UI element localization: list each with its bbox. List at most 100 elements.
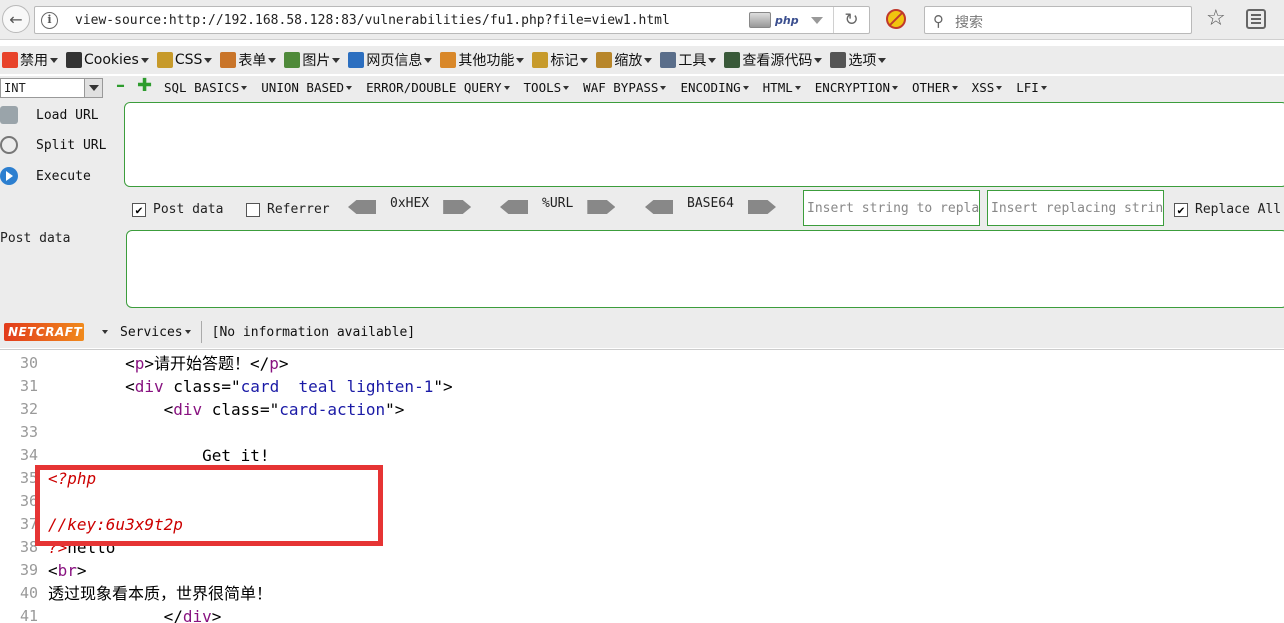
bookmark-star-icon[interactable]: ☆ xyxy=(1206,6,1226,31)
line-number: 35 xyxy=(19,469,38,487)
hackbar-menu-html[interactable]: HTML xyxy=(763,80,801,95)
load-url-button[interactable]: Load URL xyxy=(0,106,99,124)
menu-label: 网页信息 xyxy=(366,53,423,69)
caret-down-icon xyxy=(660,85,667,90)
search-icon: ⚲ xyxy=(933,12,944,30)
play-icon xyxy=(0,167,18,185)
menu-marker[interactable]: 标记 xyxy=(532,50,592,70)
code-token: >请开始答题！</ xyxy=(144,354,270,373)
reading-list-icon[interactable] xyxy=(1246,9,1266,29)
insert-replacing-input[interactable]: Insert replacing strin xyxy=(987,190,1164,226)
base64-label: BASE64 xyxy=(687,195,734,211)
menu-label: 缩放 xyxy=(614,53,643,69)
menu-tools[interactable]: 工具 xyxy=(660,50,720,70)
base64-decode-arrow-icon[interactable] xyxy=(645,200,673,214)
code-token: </ xyxy=(48,607,183,623)
search-box[interactable]: ⚲ 搜索 xyxy=(924,6,1192,34)
menu-label: 其他功能 xyxy=(458,53,515,69)
caret-down-icon xyxy=(644,57,653,63)
line-code: <p>请开始答题！</p> xyxy=(48,352,288,375)
menu-pencil[interactable]: CSS xyxy=(156,52,217,68)
reload-icon: ↻ xyxy=(844,10,859,30)
navigation-bar: ← i view-source:http://192.168.58.128:83… xyxy=(0,0,1284,40)
referrer-checkbox[interactable]: Referrer xyxy=(246,202,330,217)
menu-form[interactable]: 表单 xyxy=(220,50,280,70)
url-encode-arrow-icon[interactable] xyxy=(587,200,616,214)
replace-all-checkbox[interactable]: ✔ Replace All xyxy=(1174,202,1281,217)
hackbar-menu-error-double-query[interactable]: ERROR/DOUBLE QUERY xyxy=(366,80,510,95)
hackbar-menu-label: UNION BASED xyxy=(261,80,345,95)
hackbar-menu-waf-bypass[interactable]: WAF BYPASS xyxy=(583,80,667,95)
hackbar-menu-sql-basics[interactable]: SQL BASICS xyxy=(164,80,248,95)
split-url-button[interactable]: Split URL xyxy=(0,136,106,154)
hackbar-menu-other[interactable]: OTHER xyxy=(912,80,958,95)
replace-all-label: Replace All xyxy=(1195,202,1282,217)
line-number: 31 xyxy=(19,377,38,395)
source-line: 39 <br> xyxy=(0,559,1284,582)
hackbar-menu-encoding[interactable]: ENCODING xyxy=(680,80,749,95)
reload-button[interactable]: ↻ xyxy=(833,7,869,33)
tools-icon xyxy=(660,52,677,68)
adblock-icon[interactable] xyxy=(886,9,906,29)
code-token: < xyxy=(48,377,135,396)
back-button[interactable]: ← xyxy=(2,5,30,33)
url-textarea[interactable] xyxy=(124,102,1284,187)
hex-decode-arrow-icon[interactable] xyxy=(348,200,376,214)
menu-source[interactable]: 查看源代码 xyxy=(724,50,826,70)
menu-image[interactable]: 图片 xyxy=(284,50,344,70)
caret-down-icon xyxy=(332,57,341,63)
post-data-checkbox-box[interactable]: ✔ xyxy=(132,202,146,217)
url-decode-arrow-icon[interactable] xyxy=(500,200,528,214)
select-arrow-icon[interactable] xyxy=(84,79,102,97)
insert-string-input[interactable]: Insert string to repla xyxy=(803,190,980,226)
hackbar-menu-xss[interactable]: XSS xyxy=(972,80,1003,95)
hackbar-menu-label: OTHER xyxy=(912,80,950,95)
menu-options[interactable]: 选项 xyxy=(830,50,890,70)
services-caret-icon xyxy=(184,330,191,334)
line-number: 41 xyxy=(19,607,38,623)
url-text[interactable]: view-source:http://192.168.58.128:83/vul… xyxy=(75,13,670,28)
hackbar-menu-tools[interactable]: TOOLS xyxy=(524,80,570,95)
hackbar-menu-label: HTML xyxy=(762,80,793,95)
line-code: Get it! xyxy=(48,444,269,467)
menu-user[interactable]: Cookies xyxy=(66,52,153,68)
injection-type-select[interactable]: INT xyxy=(0,78,103,98)
hackbar-menu-label: TOOLS xyxy=(523,80,562,95)
menu-label: Cookies xyxy=(84,52,139,68)
post-data-checkbox[interactable]: ✔ Post data xyxy=(132,202,223,217)
netcraft-logo[interactable]: NETCRAFT xyxy=(4,323,84,341)
referrer-checkbox-box[interactable] xyxy=(246,202,260,217)
php-badge[interactable]: php xyxy=(749,12,823,28)
caret-down-icon xyxy=(424,57,433,63)
caret-down-icon xyxy=(892,85,899,90)
hackbar-menu-lfi[interactable]: LFI xyxy=(1016,80,1047,95)
menu-misc[interactable]: 其他功能 xyxy=(440,50,528,70)
hackbar-menu-union-based[interactable]: UNION BASED xyxy=(261,80,353,95)
base64-encode-arrow-icon[interactable] xyxy=(747,200,776,214)
execute-button[interactable]: Execute xyxy=(0,167,91,185)
dropdown-arrow-icon[interactable] xyxy=(810,16,823,24)
menu-info[interactable]: 网页信息 xyxy=(348,50,436,70)
minus-icon[interactable]: – xyxy=(116,77,125,95)
code-token: > xyxy=(76,561,87,580)
menu-ruler[interactable]: 缩放 xyxy=(596,50,656,70)
post-data-checkbox-label: Post data xyxy=(153,202,224,217)
code-token: 透过现象看本质，世界很简单！ xyxy=(48,584,273,603)
hex-encode-arrow-icon[interactable] xyxy=(443,200,472,214)
menu-forbidden[interactable]: 禁用 xyxy=(2,50,62,70)
post-data-textarea[interactable] xyxy=(126,230,1284,308)
url-bar[interactable]: i view-source:http://192.168.58.128:83/v… xyxy=(34,6,870,34)
code-token: < xyxy=(48,400,174,419)
code-token: div xyxy=(134,377,164,396)
hex-label: 0xHEX xyxy=(390,195,430,211)
line-code: <div class="card-action"> xyxy=(48,398,405,421)
hackbar-menu-label: ERROR/DOUBLE QUERY xyxy=(366,80,502,95)
replace-all-checkbox-box[interactable]: ✔ xyxy=(1174,202,1188,217)
netcraft-dropdown-icon[interactable] xyxy=(102,330,108,334)
services-menu[interactable]: Services xyxy=(120,325,183,340)
php-label: php xyxy=(775,13,799,27)
hackbar-menu-encryption[interactable]: ENCRYPTION xyxy=(815,80,899,95)
netcraft-toolbar: NETCRAFT Services [No information availa… xyxy=(0,318,1284,346)
plus-icon[interactable]: ✚ xyxy=(137,77,152,95)
info-icon[interactable]: i xyxy=(41,12,58,29)
